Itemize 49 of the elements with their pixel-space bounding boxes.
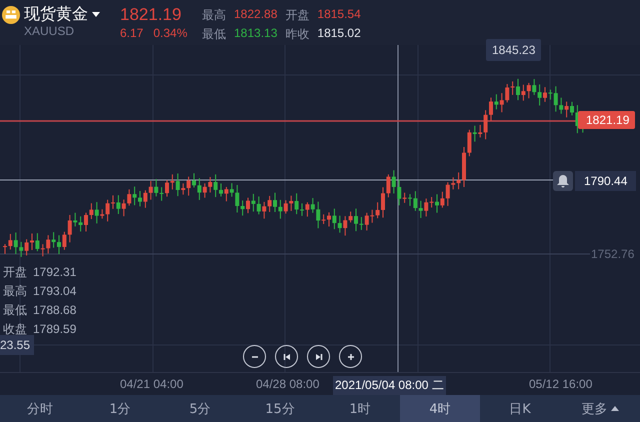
ohlc-label: 开盘 (3, 265, 27, 279)
ohlc-value: 1792.31 (33, 265, 76, 279)
stat-value: 1822.88 (234, 7, 278, 23)
instrument-symbol: XAUUSD (24, 24, 76, 38)
axis-label: 1752.76 (591, 247, 634, 261)
period-tab[interactable]: 1时 (320, 395, 400, 422)
next-button[interactable] (307, 345, 330, 368)
stat-value: 1815.54 (317, 7, 361, 23)
stat-label: 昨收 (285, 26, 310, 43)
price-change: 6.17 (120, 26, 144, 40)
period-tab[interactable]: 5分 (160, 395, 240, 422)
zoom-out-button[interactable] (243, 345, 266, 368)
period-tab[interactable]: 1分 (80, 395, 160, 422)
time-label: 05/12 16:00 (528, 376, 594, 392)
period-tab[interactable]: 15分 (240, 395, 320, 422)
time-label: 04/21 04:00 (119, 376, 184, 392)
time-label: 04/28 08:00 (255, 376, 320, 392)
stat-label: 开盘 (285, 7, 310, 24)
ohlc-label: 最高 (3, 284, 27, 298)
caret-icon[interactable] (92, 12, 100, 17)
price-label: 1845.23 (486, 39, 542, 61)
period-tab[interactable]: 分时 (0, 395, 80, 422)
ohlc-value: 1788.68 (33, 303, 76, 317)
time-label: 2021/05/04 08:00 二 (333, 376, 446, 395)
ohlc-label: 最低 (3, 303, 27, 317)
stat-value: 1815.02 (317, 26, 361, 42)
period-tab[interactable]: 日K (480, 395, 560, 422)
stat-label: 最低 (202, 26, 226, 43)
price-label: 1821.19 (578, 111, 636, 129)
ohlc-value: 1789.59 (33, 322, 76, 336)
skip-forward-icon (314, 352, 324, 362)
plus-icon (346, 352, 356, 362)
price-label: 23.55 (0, 335, 34, 355)
previous-button[interactable] (275, 345, 298, 368)
bell-icon[interactable] (553, 171, 573, 191)
instrument-name[interactable]: 现货黄金 (24, 4, 88, 25)
price-change-percent: 0.34% (153, 26, 188, 40)
caret-up-icon (610, 406, 618, 411)
logo-icon (2, 6, 20, 24)
ohlc-value: 1793.04 (33, 284, 76, 298)
stat-value: 1813.13 (234, 26, 278, 42)
period-tab[interactable]: 4时 (400, 395, 480, 422)
stat-label: 最高 (202, 7, 226, 24)
skip-back-icon (282, 352, 292, 362)
price-label: 1790.44 (575, 171, 636, 191)
period-tab[interactable]: 更多 (560, 395, 640, 422)
zoom-in-button[interactable] (339, 345, 362, 368)
current-price: 1821.19 (120, 4, 182, 26)
ohlc-label: 收盘 (3, 322, 27, 336)
